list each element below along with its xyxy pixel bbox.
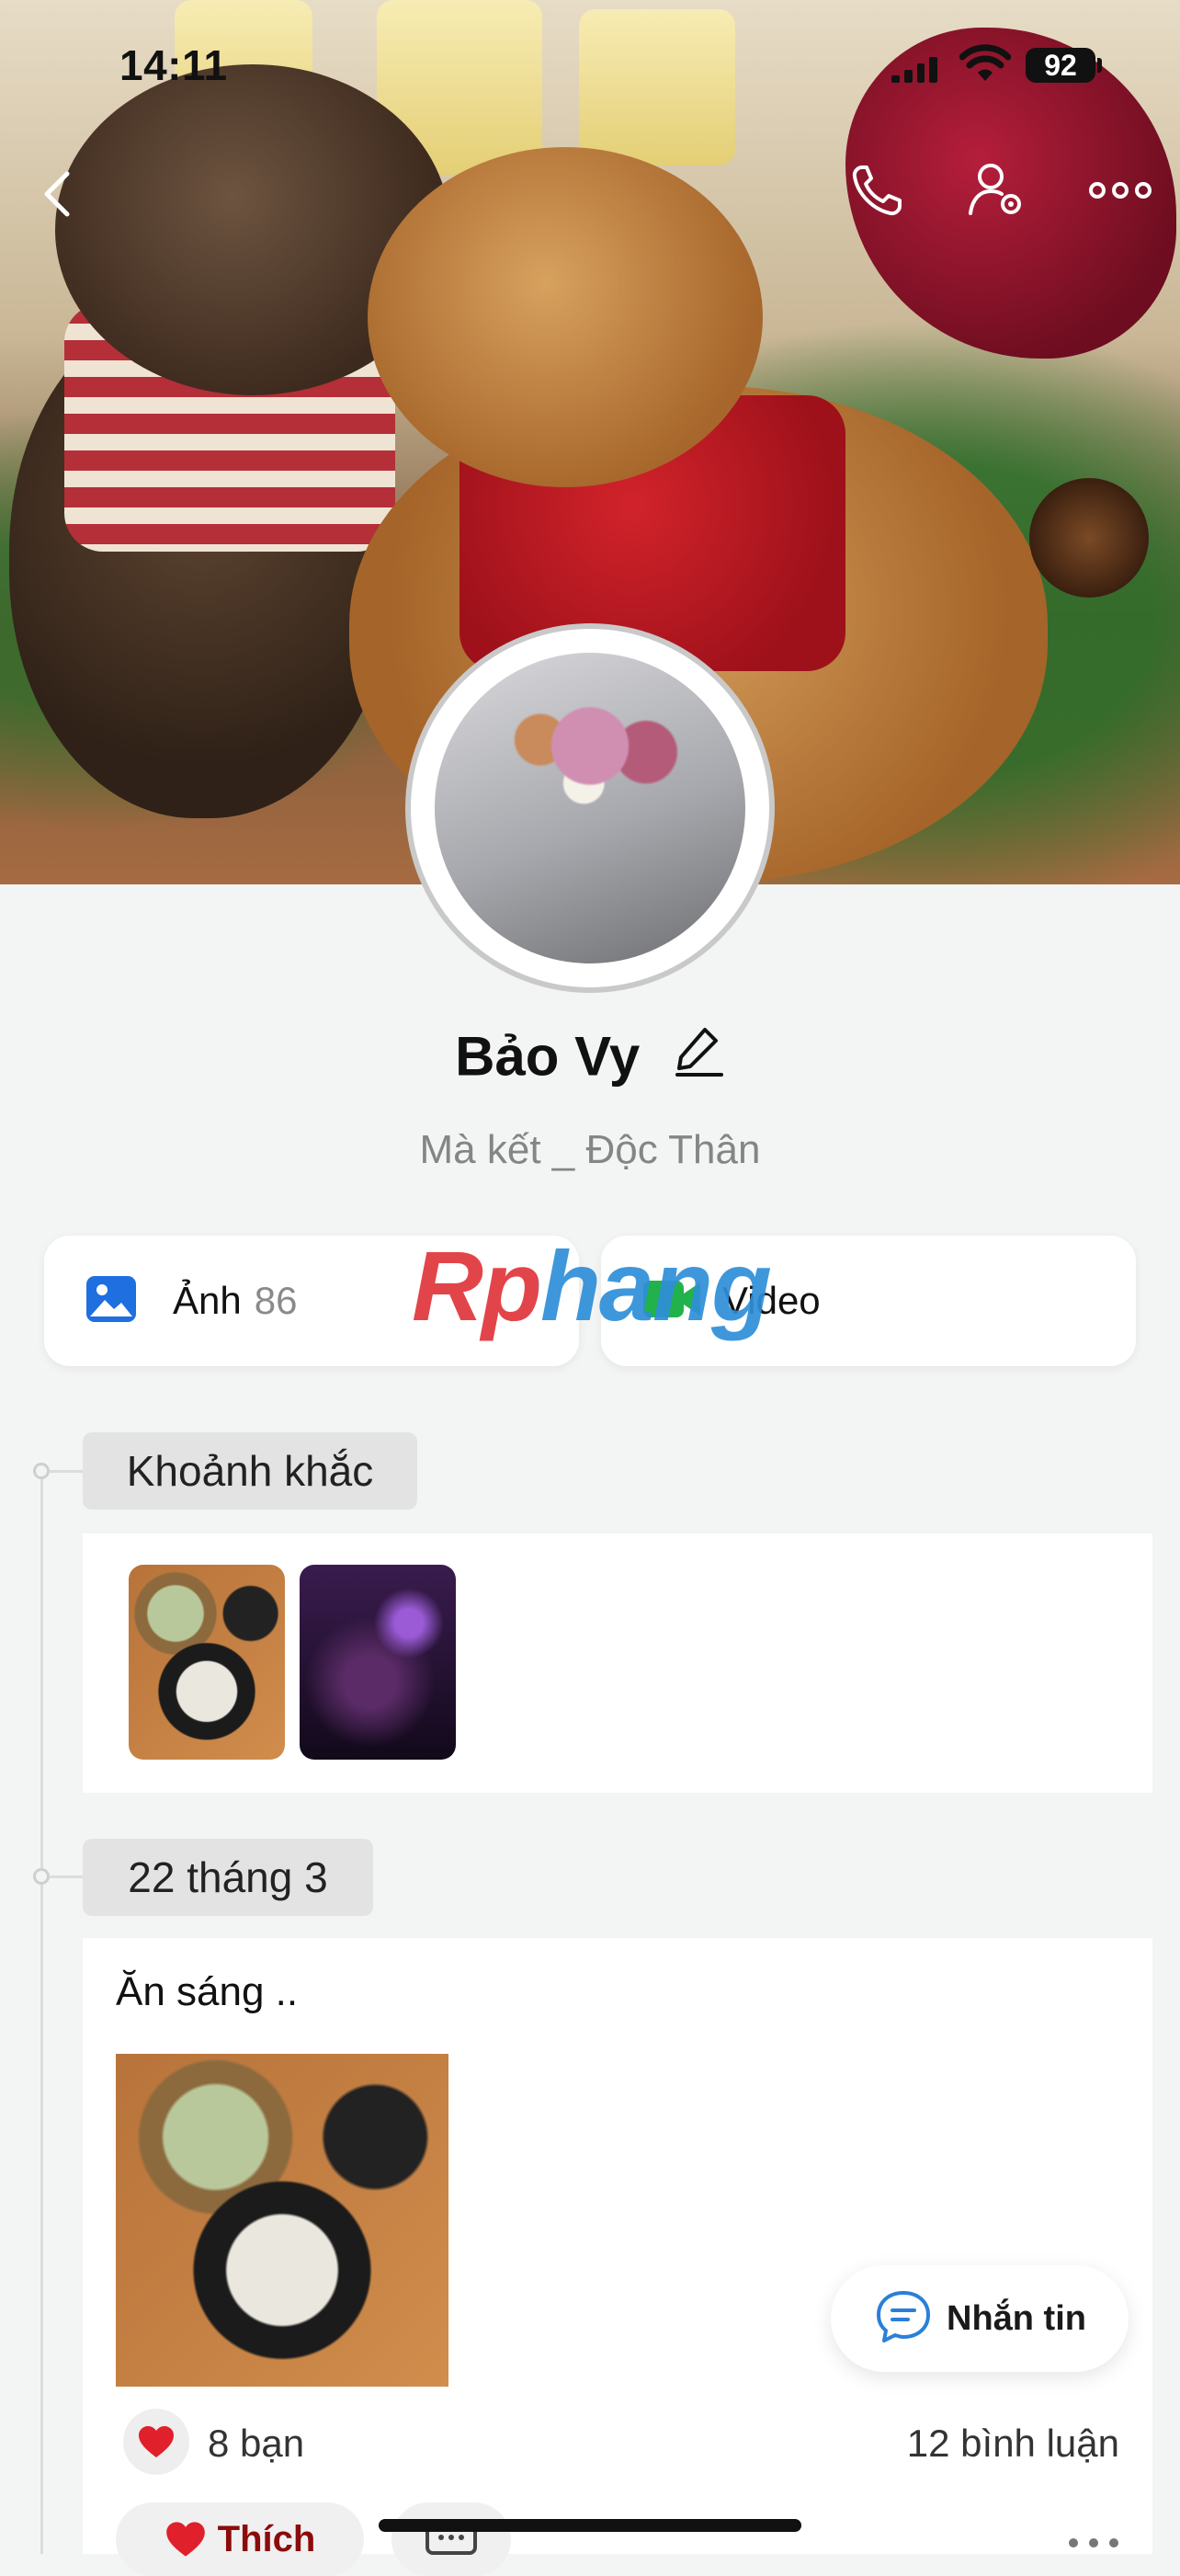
post-card: Ăn sáng .. 8 bạn 12 bình luận Thích <box>83 1938 1152 2576</box>
timeline-node <box>33 1463 50 1479</box>
moments-label: Khoảnh khắc <box>83 1432 417 1510</box>
profile-settings-button[interactable] <box>965 158 1029 222</box>
like-button[interactable]: Thích <box>116 2502 364 2576</box>
watermark-logo: Rphang <box>412 1230 772 1341</box>
reaction-count[interactable]: 8 bạn <box>208 2422 304 2466</box>
timeline-line <box>40 1467 43 2554</box>
comment-button[interactable] <box>391 2502 511 2576</box>
profile-name-row: Bảo Vy <box>0 1020 1180 1090</box>
photo-icon <box>85 1274 138 1328</box>
battery-indicator: 92 <box>1026 48 1095 83</box>
post-date-label: 22 tháng 3 <box>83 1839 373 1916</box>
moment-thumbnail[interactable] <box>129 1565 285 1760</box>
moments-panel <box>83 1533 1152 1793</box>
battery-tip <box>1097 58 1102 73</box>
golden-bear-head <box>368 147 763 487</box>
timeline-connector <box>50 1470 85 1473</box>
chat-bubble-icon <box>875 2289 932 2349</box>
call-button[interactable] <box>845 158 910 222</box>
message-label: Nhắn tin <box>947 2298 1086 2338</box>
home-indicator[interactable] <box>379 2519 801 2532</box>
post-more-icon[interactable] <box>1066 2536 1121 2555</box>
signal-icon <box>891 55 937 83</box>
moment-thumbnail[interactable] <box>300 1565 456 1760</box>
wifi-icon <box>959 44 1012 87</box>
post-text: Ăn sáng .. <box>116 1969 299 2014</box>
post-image[interactable] <box>116 2054 448 2387</box>
photos-count: 86 <box>254 1279 298 1322</box>
more-button[interactable] <box>1088 158 1152 222</box>
reaction-badge <box>123 2409 189 2475</box>
heart-icon <box>165 2522 205 2557</box>
comment-count[interactable]: 12 bình luận <box>907 2422 1119 2466</box>
profile-bio: Mà kết _ Độc Thân <box>419 1127 761 1172</box>
timeline-node <box>33 1868 50 1885</box>
message-button[interactable]: Nhắn tin <box>831 2265 1129 2372</box>
back-button[interactable] <box>26 162 90 226</box>
status-time: 14:11 <box>119 41 228 89</box>
candle-right <box>579 9 735 165</box>
photos-label: Ảnh <box>173 1279 242 1322</box>
pine-cone <box>1029 478 1149 598</box>
profile-name: Bảo Vy <box>455 1025 641 1088</box>
timeline-connector <box>50 1875 85 1878</box>
avatar-image <box>435 653 745 963</box>
avatar[interactable] <box>405 623 775 993</box>
edit-name-icon[interactable] <box>674 1022 725 1090</box>
